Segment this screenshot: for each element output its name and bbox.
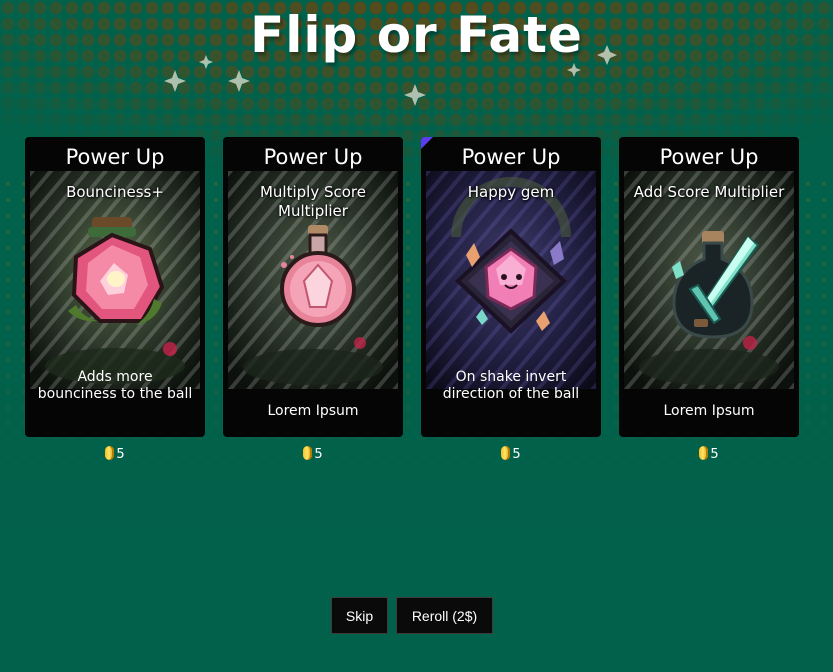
shop-card-add-score-multiplier[interactable]: Power Up Add Score Multiplier Lorem Ipsu… [619,137,799,437]
game-title: Flip or Fate [250,6,583,64]
reroll-button[interactable]: Reroll (2$) [396,597,493,634]
price-value: 5 [710,447,719,462]
coin-icon [105,446,115,460]
card-name: Bounciness+ [66,183,164,201]
price-value: 5 [116,447,125,462]
shop-card-bounciness[interactable]: Power Up Bounciness+ Adds more bouncines… [25,137,205,437]
card-price: 5 [25,446,205,464]
shop-card-happy-gem[interactable]: Power Up Happy gem On shake invert direc… [421,137,601,437]
card-description: On shake invert direction of the ball [442,369,580,402]
smiling-gem-icon [426,171,596,389]
price-value: 5 [512,447,521,462]
card-price: 5 [421,446,601,464]
coin-icon [303,446,313,460]
card-header: Power Up [659,145,759,169]
pink-gem-potion-icon [30,171,200,389]
card-description: Adds more bounciness to the ball [37,369,193,402]
card-name: Happy gem [467,183,555,201]
skip-button[interactable]: Skip [331,597,388,634]
coin-icon [501,446,511,460]
price-value: 5 [314,447,323,462]
card-price: 5 [619,446,799,464]
coin-icon [699,446,709,460]
selected-flag [421,137,433,149]
shop-card-multiply-score-multiplier[interactable]: Power Up Multiply Score Multiplier Lorem… [223,137,403,437]
card-header: Power Up [461,145,561,169]
card-description: Lorem Ipsum [663,403,755,419]
card-price: 5 [223,446,403,464]
card-header: Power Up [65,145,165,169]
card-name: Multiply Score Multiplier [259,183,366,220]
card-description: Lorem Ipsum [267,403,359,419]
card-header: Power Up [263,145,363,169]
card-name: Add Score Multiplier [633,183,785,201]
crystal-sword-flask-icon [624,171,794,389]
